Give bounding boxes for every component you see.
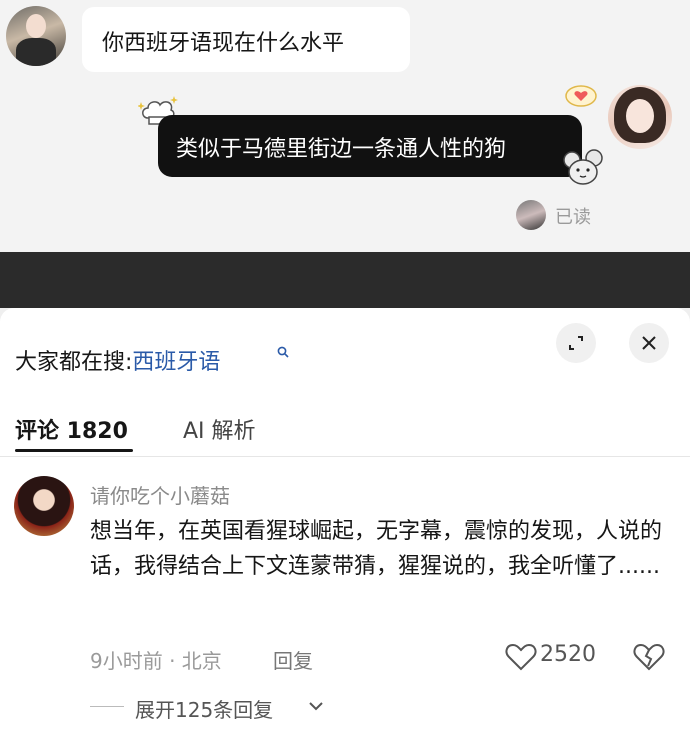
read-receipt-avatar	[516, 200, 546, 230]
chevron-down-icon	[309, 702, 323, 711]
expand-icon	[569, 336, 583, 350]
reply-button[interactable]: 回复	[273, 645, 313, 674]
tab-comments[interactable]: 评论 1820	[15, 413, 128, 445]
replies-divider	[90, 706, 124, 707]
expand-replies-button[interactable]: 展开125条回复	[135, 694, 273, 723]
broken-heart-icon[interactable]	[633, 642, 665, 672]
trending-search[interactable]: 大家都在搜:西班牙语	[15, 344, 220, 376]
tab-ai-analysis[interactable]: AI 解析	[183, 413, 256, 445]
like-count: 2520	[540, 642, 596, 667]
expand-button[interactable]	[556, 323, 596, 363]
comment-text: 想当年，在英国看猩球崛起，无字幕，震惊的发现，人说的话，我得结合上下文连蒙带猜，…	[90, 519, 663, 579]
chat-area: 你西班牙语现在什么水平 类似于马德里街边一条通人性的狗 已读	[0, 0, 690, 252]
outgoing-message-text: 类似于马德里街边一条通人性的狗	[176, 137, 507, 162]
separator-band	[0, 252, 690, 308]
trending-search-term[interactable]: 西班牙语	[132, 350, 220, 375]
close-button[interactable]	[629, 323, 669, 363]
tab-divider	[0, 456, 690, 457]
comment-meta: 9小时前 · 北京	[90, 649, 222, 673]
active-tab-indicator	[15, 449, 133, 452]
mouse-sticker-icon	[563, 149, 603, 185]
commenter-avatar[interactable]	[14, 476, 74, 536]
comments-panel: 大家都在搜:西班牙语 评论 1820 AI 解析 请你吃个小蘑菇 想当年，在英国…	[0, 308, 690, 731]
incoming-message-bubble[interactable]: 你西班牙语现在什么水平	[82, 7, 410, 72]
heart-icon[interactable]	[504, 642, 538, 672]
close-icon	[642, 336, 656, 350]
my-avatar[interactable]	[608, 85, 672, 149]
read-status-label: 已读	[555, 207, 591, 228]
commenter-username[interactable]: 请你吃个小蘑菇	[90, 480, 230, 509]
trending-search-label: 大家都在搜:	[15, 350, 133, 375]
outgoing-message-bubble[interactable]: 类似于马德里街边一条通人性的狗	[158, 115, 582, 177]
heart-bubble-icon	[565, 85, 597, 107]
incoming-message-text: 你西班牙语现在什么水平	[102, 31, 345, 56]
sender-avatar[interactable]	[6, 6, 66, 66]
search-icon	[277, 346, 289, 358]
